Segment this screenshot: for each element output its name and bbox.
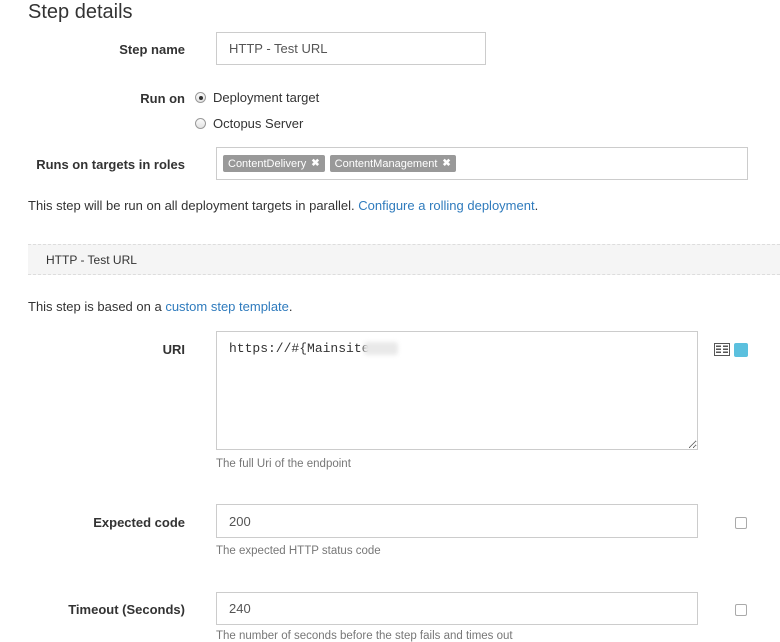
uri-help: The full Uri of the endpoint xyxy=(216,458,351,470)
step-template-section-header: HTTP - Test URL xyxy=(28,244,780,275)
run-on-octopus-server-option[interactable]: Octopus Server xyxy=(195,116,303,131)
template-info: This step is based on a custom step temp… xyxy=(28,299,293,314)
step-name-input[interactable]: HTTP - Test URL xyxy=(216,32,486,65)
rolling-deployment-link[interactable]: Configure a rolling deployment xyxy=(358,198,534,213)
uri-label: URI xyxy=(162,342,185,357)
timeout-label: Timeout (Seconds) xyxy=(68,602,185,617)
uri-textarea[interactable]: https://#{Mainsite xyxy=(216,331,698,450)
parallel-info: This step will be run on all deployment … xyxy=(28,198,538,213)
parallel-info-text: This step will be run on all deployment … xyxy=(28,198,355,213)
timeout-binding-checkbox[interactable] xyxy=(735,604,747,616)
expected-code-label: Expected code xyxy=(93,515,185,530)
run-on-deployment-target-option[interactable]: Deployment target xyxy=(195,90,319,105)
step-name-value: HTTP - Test URL xyxy=(229,41,328,56)
role-tag-label: ContentManagement xyxy=(334,157,438,170)
section-title: HTTP - Test URL xyxy=(46,252,137,267)
step-name-label: Step name xyxy=(119,42,185,57)
template-info-text: This step is based on a xyxy=(28,299,162,314)
parallel-info-suffix: . xyxy=(534,198,539,213)
expected-code-binding-checkbox[interactable] xyxy=(735,517,747,529)
roles-label: Runs on targets in roles xyxy=(36,157,185,172)
expected-code-value: 200 xyxy=(229,513,251,529)
radio-label: Deployment target xyxy=(213,90,320,105)
remove-tag-icon[interactable]: ✖ xyxy=(311,158,319,169)
timeout-value: 240 xyxy=(229,601,251,616)
role-tag-label: ContentDelivery xyxy=(228,157,307,170)
radio-label: Octopus Server xyxy=(213,116,304,131)
radio-unselected-icon[interactable] xyxy=(195,118,206,129)
binding-toggle-checkbox[interactable] xyxy=(734,343,748,357)
timeout-input[interactable]: 240 xyxy=(216,592,698,625)
roles-tag-input[interactable]: ContentDelivery ✖ ContentManagement ✖ xyxy=(216,147,748,180)
role-tag: ContentManagement ✖ xyxy=(329,155,456,172)
custom-step-template-link[interactable]: custom step template xyxy=(165,299,289,314)
redacted-text xyxy=(364,342,398,355)
page-title: Step details xyxy=(28,1,133,23)
variable-binding-icon[interactable] xyxy=(714,343,730,356)
remove-tag-icon[interactable]: ✖ xyxy=(442,158,450,169)
radio-selected-icon[interactable] xyxy=(195,92,206,103)
template-info-suffix: . xyxy=(288,299,293,314)
expected-code-help: The expected HTTP status code xyxy=(216,545,381,557)
role-tag: ContentDelivery ✖ xyxy=(223,155,325,172)
timeout-help: The number of seconds before the step fa… xyxy=(216,630,513,642)
expected-code-input[interactable]: 200 xyxy=(216,504,698,538)
run-on-label: Run on xyxy=(140,91,185,106)
